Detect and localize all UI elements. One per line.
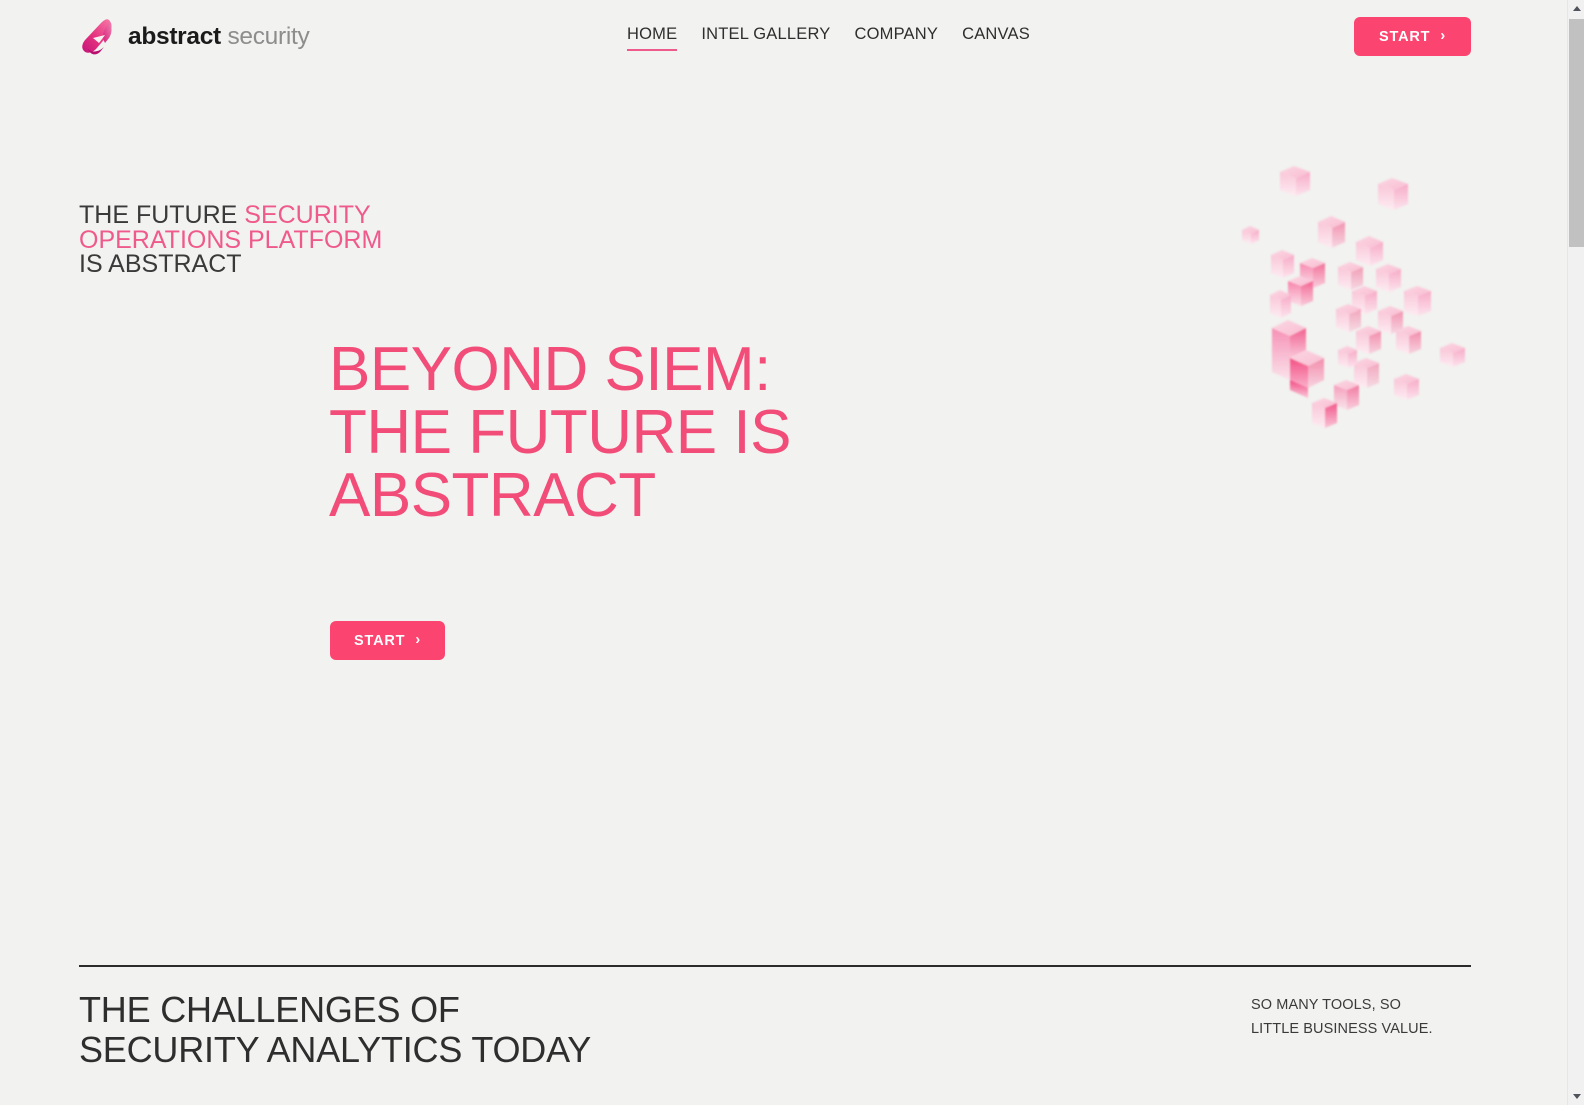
nav-item-intel-gallery[interactable]: INTEL GALLERY [701, 25, 830, 51]
chevron-right-icon: › [1440, 28, 1446, 45]
hero-tagline-tail: IS ABSTRACT [79, 250, 242, 278]
section-subheading-line-1: SO MANY TOOLS, SO [1251, 997, 1401, 1013]
hero-start-label: START [354, 632, 406, 649]
section-heading-line-1: THE CHALLENGES OF [79, 989, 460, 1030]
hero-start-button[interactable]: START › [330, 621, 445, 660]
brand-name-bold: abstract [128, 22, 221, 50]
isometric-pink-cubes-illustration [1242, 166, 1465, 428]
section-heading-line-2: SECURITY ANALYTICS TODAY [79, 1029, 592, 1070]
section-heading: THE CHALLENGES OF SECURITY ANALYTICS TOD… [79, 990, 839, 1070]
section-subheading-line-2: LITTLE BUSINESS VALUE. [1251, 1021, 1433, 1037]
nav-item-company[interactable]: COMPANY [854, 25, 938, 51]
section-subheading: SO MANY TOOLS, SO LITTLE BUSINESS VALUE. [1251, 993, 1481, 1041]
chevron-right-icon: › [415, 632, 421, 649]
section-divider [79, 965, 1471, 967]
page-root: abstract security HOME INTEL GALLERY COM… [0, 0, 1584, 1105]
site-header: abstract security HOME INTEL GALLERY COM… [0, 0, 1546, 74]
nav-item-canvas[interactable]: CANVAS [962, 25, 1030, 51]
nav-item-home[interactable]: HOME [627, 25, 678, 51]
header-start-button[interactable]: START › [1354, 17, 1471, 56]
brand-wordmark: abstract security [128, 22, 310, 50]
header-start-label: START [1379, 28, 1431, 45]
hero-headline-line-1: BEYOND SIEM: [329, 335, 771, 404]
brand-name-light-text: security [227, 22, 310, 50]
hero-headline-line-3: ABSTRACT [329, 461, 656, 530]
vertical-scrollbar[interactable] [1567, 0, 1584, 1105]
hero-tagline: THE FUTURE SECURITY OPERATIONS PLATFORM … [79, 203, 499, 277]
scrollbar-thumb[interactable] [1569, 19, 1584, 247]
scroll-up-arrow-icon[interactable] [1568, 0, 1584, 17]
abstract-a-logo-icon [82, 19, 112, 55]
hero-headline: BEYOND SIEM: THE FUTURE IS ABSTRACT [329, 338, 969, 527]
main-navigation: HOME INTEL GALLERY COMPANY CANVAS [627, 25, 1030, 51]
hero-headline-line-2: THE FUTURE IS [329, 398, 791, 467]
scroll-down-arrow-icon[interactable] [1568, 1088, 1584, 1105]
brand-logo[interactable]: abstract security [79, 16, 310, 58]
